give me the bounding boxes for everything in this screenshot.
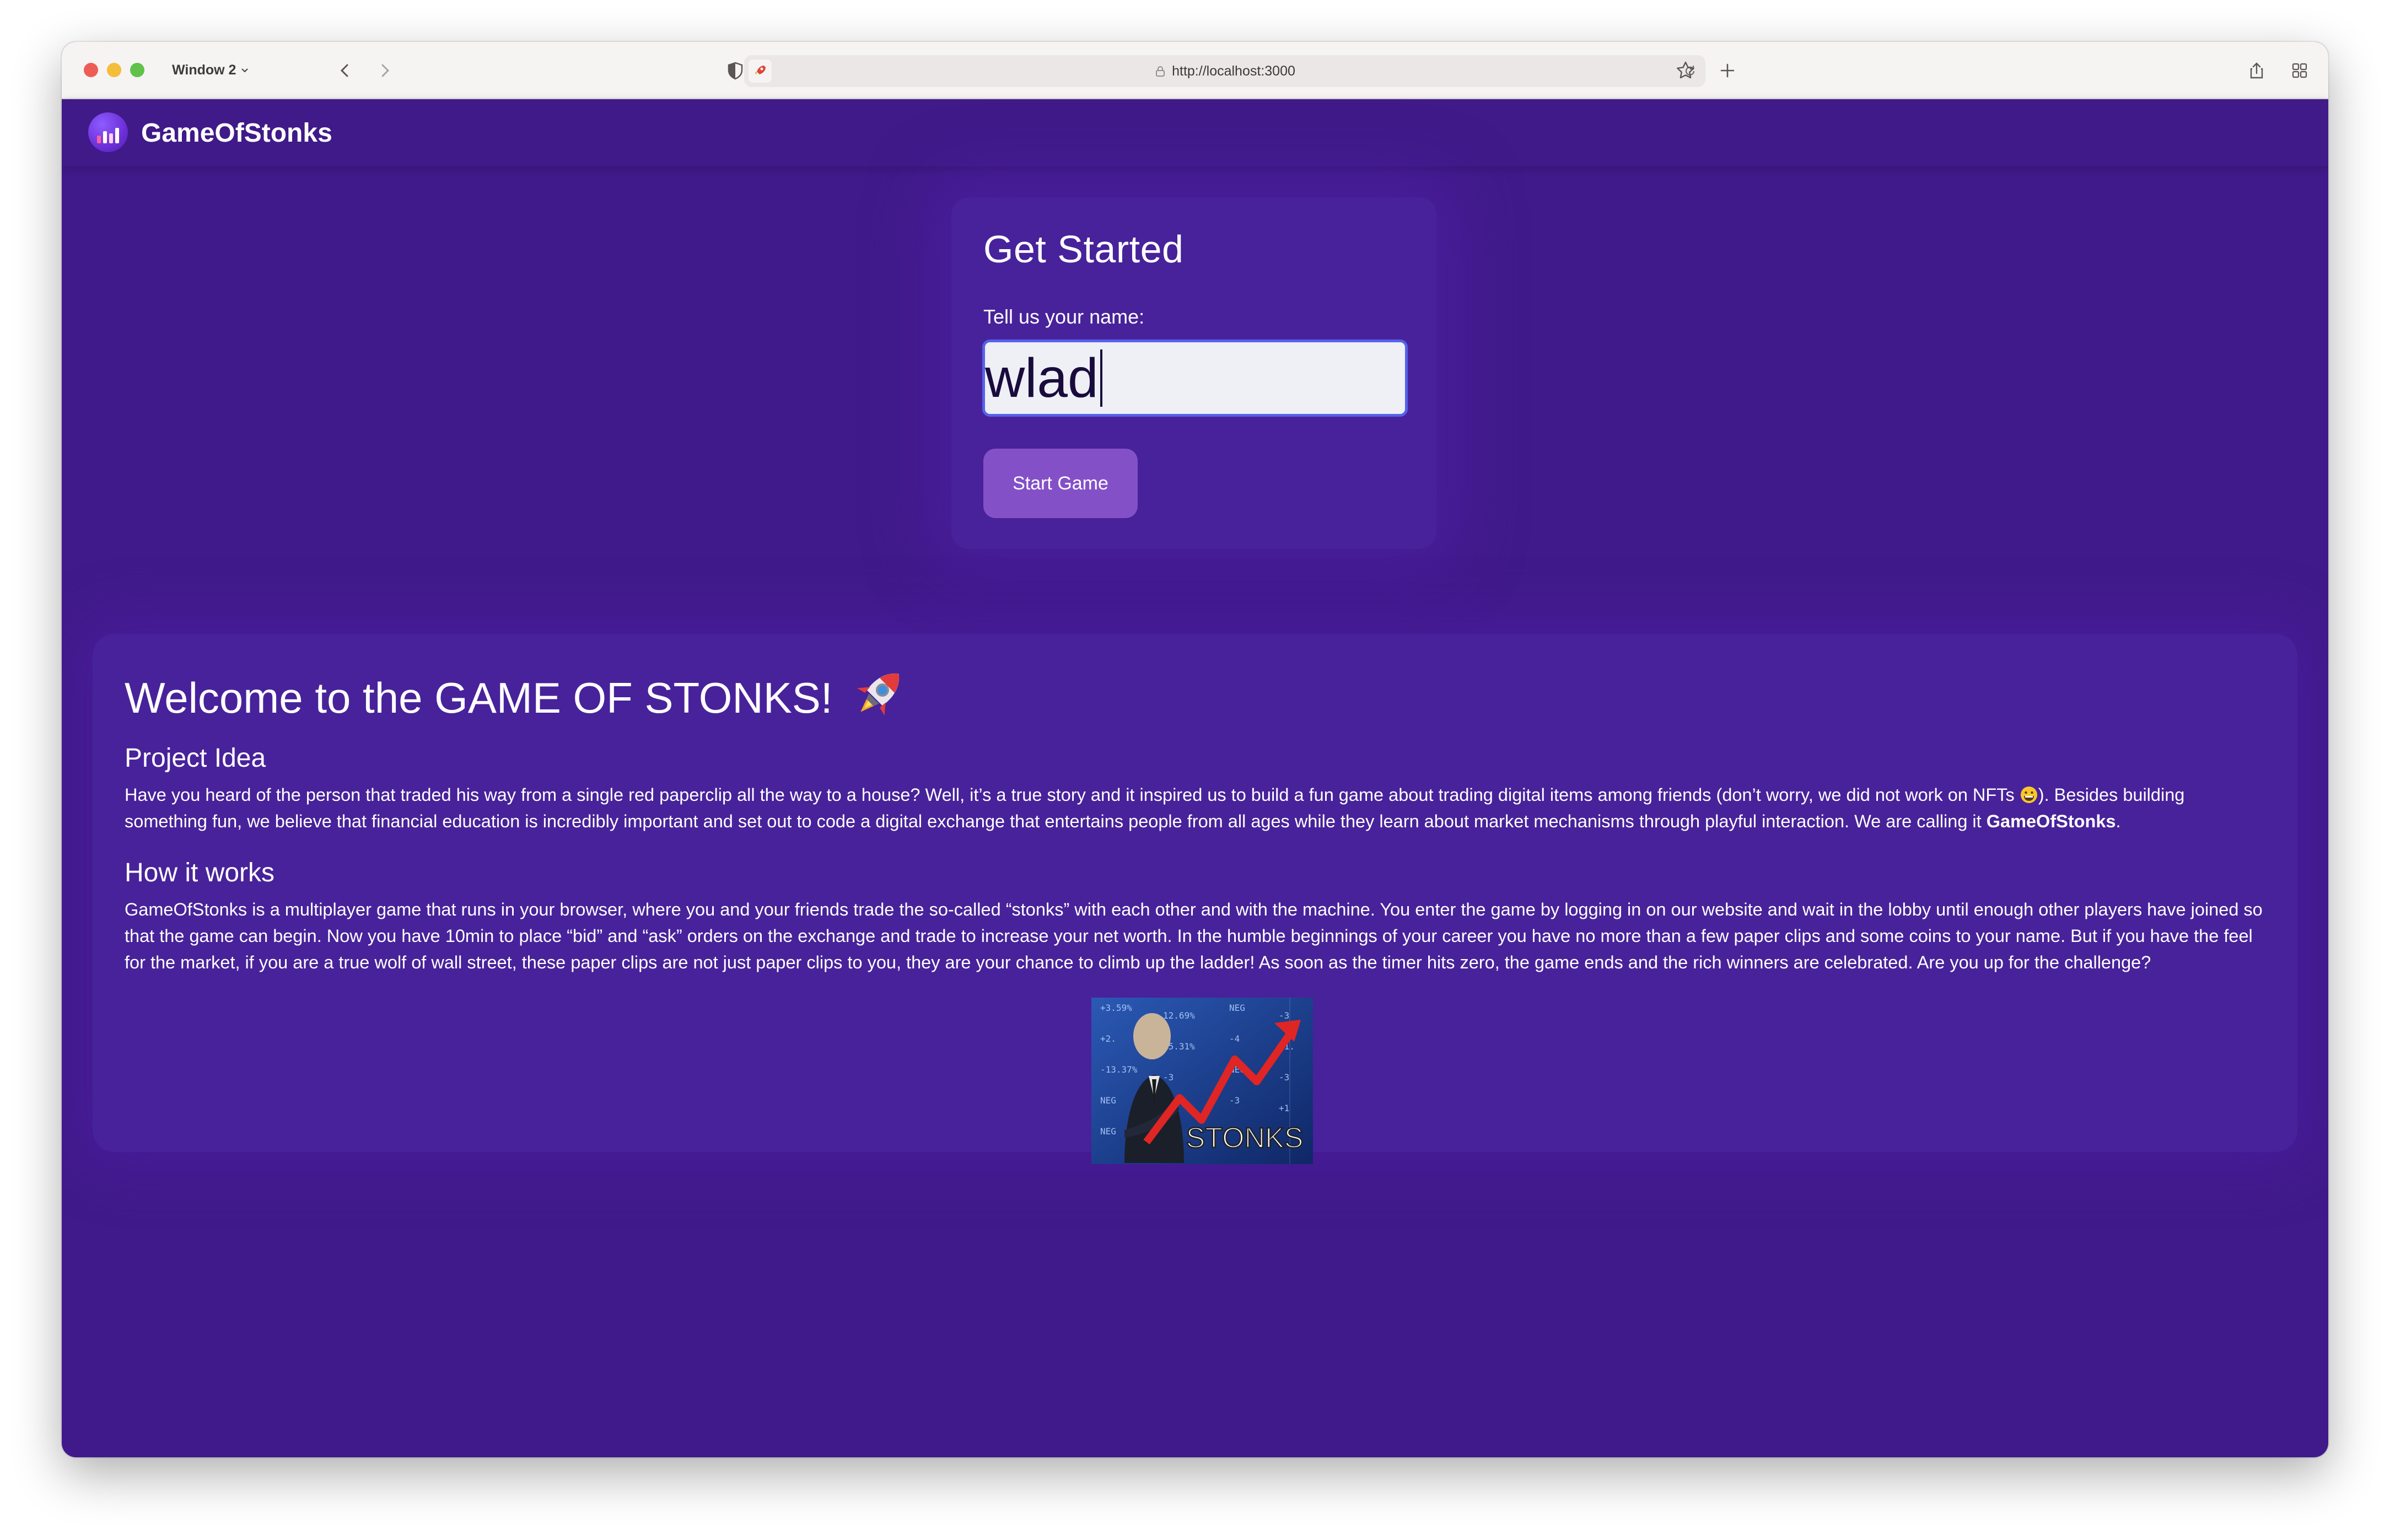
meme-ticker-text: NEG [1100, 1126, 1116, 1137]
how-it-works-text: GameOfStonks is a multiplayer game that … [125, 900, 2263, 972]
meme-ticker-text: +3.59% [1100, 1003, 1132, 1013]
meme-ticker-text: -3 [1163, 1072, 1174, 1083]
back-icon[interactable] [331, 56, 359, 85]
name-input-value: wlad [985, 347, 1099, 409]
stonks-meme-image: +3.59% 12.69% NEG -3 +2. 15.31% -4 +1. -13.37% -3… [1091, 998, 1313, 1164]
welcome-title: Welcome to the GAME OF STONKS! [125, 663, 910, 734]
name-input[interactable]: wlad [982, 340, 1408, 417]
welcome-title-text: Welcome to the GAME OF STONKS! [125, 674, 833, 722]
project-idea-text-end: . [2116, 811, 2121, 831]
project-idea-text: Have you heard of the person that traded… [125, 782, 2263, 834]
minimize-window-button[interactable] [107, 63, 121, 77]
get-started-card: Get Started Tell us your name: wlad Star… [951, 197, 1436, 549]
window-menu-label: Window 2 [172, 62, 236, 78]
project-idea-brand: GameOfStonks [1986, 811, 2116, 831]
browser-window: Window 2 http://localhost:3000 GameOfSto… [62, 42, 2328, 1457]
meme-ticker-text: +2. [1100, 1033, 1116, 1044]
meme-ticker-text: 12.69% [1163, 1010, 1195, 1021]
logo-icon[interactable] [88, 112, 128, 152]
project-idea-heading: Project Idea [125, 744, 266, 773]
meme-ticker-text: -3 [1279, 1072, 1289, 1083]
url-display: http://localhost:3000 [744, 55, 1705, 87]
url-text: http://localhost:3000 [1172, 63, 1295, 79]
get-started-title: Get Started [983, 228, 1184, 271]
meme-ticker-text: -4 [1229, 1033, 1240, 1044]
address-bar[interactable]: http://localhost:3000 [744, 55, 1705, 87]
meme-ticker-text: NEG [1100, 1095, 1116, 1106]
meme-ticker-text: NEG [1229, 1003, 1245, 1013]
meme-ticker-text: -13.37% [1100, 1064, 1138, 1075]
browser-toolbar: Window 2 http://localhost:3000 [62, 42, 2328, 99]
zoom-window-button[interactable] [130, 63, 144, 77]
grinning-face-emoji-icon [2020, 785, 2038, 805]
chevron-down-icon [241, 68, 249, 73]
meme-ticker-text: -3 [1279, 1010, 1289, 1021]
rocket-icon [849, 663, 910, 734]
project-idea-text-part-1: Have you heard of the person that traded… [125, 785, 2020, 805]
welcome-panel: Welcome to the GAME OF STONKS! Project I… [93, 634, 2297, 1164]
meme-ticker-text: +1 [1279, 1103, 1289, 1113]
new-tab-plus-icon[interactable] [1713, 56, 1742, 85]
text-caret [1100, 349, 1102, 407]
bookmark-star-icon[interactable] [1671, 56, 1700, 85]
stonks-caption: STONKS [1186, 1122, 1304, 1154]
how-it-works-heading: How it works [125, 858, 275, 887]
start-game-button[interactable]: Start Game [983, 449, 1138, 518]
name-label: Tell us your name: [983, 305, 1145, 328]
meme-ticker-text: -3 [1229, 1095, 1240, 1106]
window-menu[interactable]: Window 2 [172, 61, 249, 79]
forward-icon[interactable] [370, 56, 399, 85]
brand-name[interactable]: GameOfStonks [141, 99, 332, 166]
lock-icon [1156, 66, 1165, 77]
tab-overview-icon[interactable] [2285, 56, 2314, 85]
app-header: GameOfStonks [62, 99, 2328, 166]
close-window-button[interactable] [84, 63, 98, 77]
share-icon[interactable] [2242, 56, 2271, 85]
